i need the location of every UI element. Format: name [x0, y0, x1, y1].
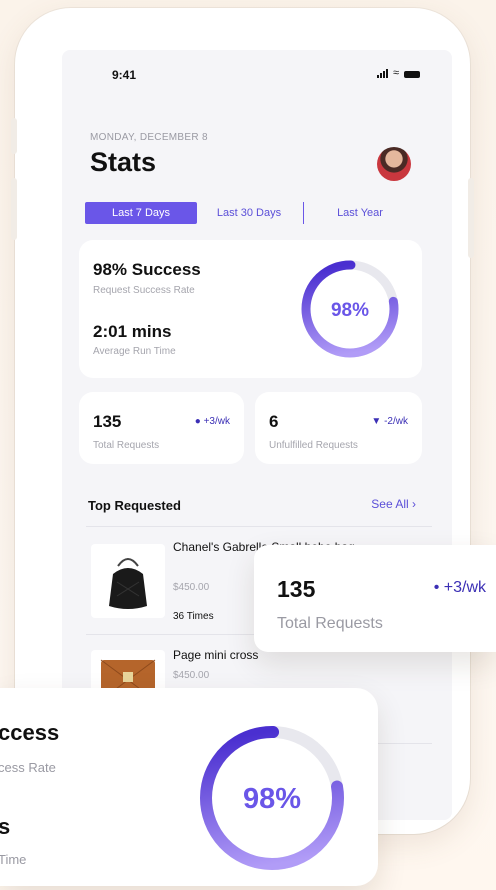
see-all-link[interactable]: See All ›: [371, 497, 416, 511]
page-title: Stats: [90, 147, 157, 177]
float-runtime-label: Time: [0, 852, 27, 867]
metric-value: 6: [269, 412, 279, 431]
product-price: $450.00: [173, 670, 210, 681]
tab-last-7-days[interactable]: Last 7 Days: [85, 202, 197, 224]
float-success-gauge: 98%: [200, 726, 344, 870]
metric-value: 135: [93, 412, 122, 431]
bag-black-icon: [109, 558, 147, 609]
metric-label: Unfulfilled Requests: [269, 440, 358, 451]
volume-up-button: [11, 178, 17, 240]
metric-delta-text: -2/wk: [384, 416, 408, 427]
success-gauge: 98%: [301, 260, 399, 358]
float-metric-value: 135: [277, 576, 316, 602]
float-metric-label: Total Requests: [277, 615, 383, 632]
runtime-label: Average Run Time: [93, 346, 176, 357]
tab-last-year[interactable]: Last Year: [310, 202, 410, 224]
summary-card: 98% Success Request Success Rate 2:01 mi…: [79, 240, 422, 378]
battery-icon: [404, 71, 420, 78]
float-metric-delta-text: +3/wk: [443, 579, 486, 596]
float-metric-delta: • +3/wk: [433, 579, 486, 596]
tab-last-30-days[interactable]: Last 30 Days: [203, 202, 295, 224]
product-price: $450.00: [173, 582, 210, 593]
floating-summary-card: ccess cess Rate s Time 98%: [0, 688, 378, 886]
chevron-right-icon: ›: [412, 497, 416, 511]
gauge-label: 98%: [331, 300, 369, 321]
metric-card-total: 135 ● +3/wk Total Requests: [79, 392, 244, 464]
metric-delta: ● +3/wk: [194, 416, 230, 427]
metric-delta-text: +3/wk: [203, 416, 230, 427]
runtime-value: 2:01 mins: [93, 322, 172, 341]
success-label: Request Success Rate: [93, 285, 195, 296]
tab-divider: [303, 202, 304, 224]
top-requested-title: Top Requested: [88, 498, 181, 513]
mute-switch: [11, 118, 17, 154]
status-icons: ≈: [376, 67, 420, 79]
float-runtime-value: s: [0, 814, 11, 839]
floating-metric-card: 135 • +3/wk Total Requests: [254, 545, 496, 652]
product-image: [91, 544, 165, 618]
period-tabs: Last 7 Days Last 30 Days Last Year: [85, 202, 415, 224]
date-label: MONDAY, DECEMBER 8: [90, 132, 208, 143]
metric-card-unfulfilled: 6 ▼ -2/wk Unfulfilled Requests: [255, 392, 422, 464]
float-gauge-label: 98%: [243, 783, 301, 815]
metric-delta: ▼ -2/wk: [371, 416, 408, 427]
see-all-label: See All: [371, 497, 409, 511]
float-success-label: cess Rate: [0, 760, 56, 775]
power-button: [468, 178, 474, 258]
product-times: 36 Times: [173, 611, 214, 622]
metric-label: Total Requests: [93, 440, 160, 451]
wifi-icon: ≈: [392, 67, 399, 79]
avatar[interactable]: [377, 147, 411, 181]
product-name: Page mini cross: [173, 648, 259, 662]
float-success-value: ccess: [0, 720, 60, 745]
signal-icon: [376, 69, 388, 78]
divider: [86, 526, 432, 527]
status-time: 9:41: [112, 68, 137, 82]
success-value: 98% Success: [93, 260, 201, 279]
